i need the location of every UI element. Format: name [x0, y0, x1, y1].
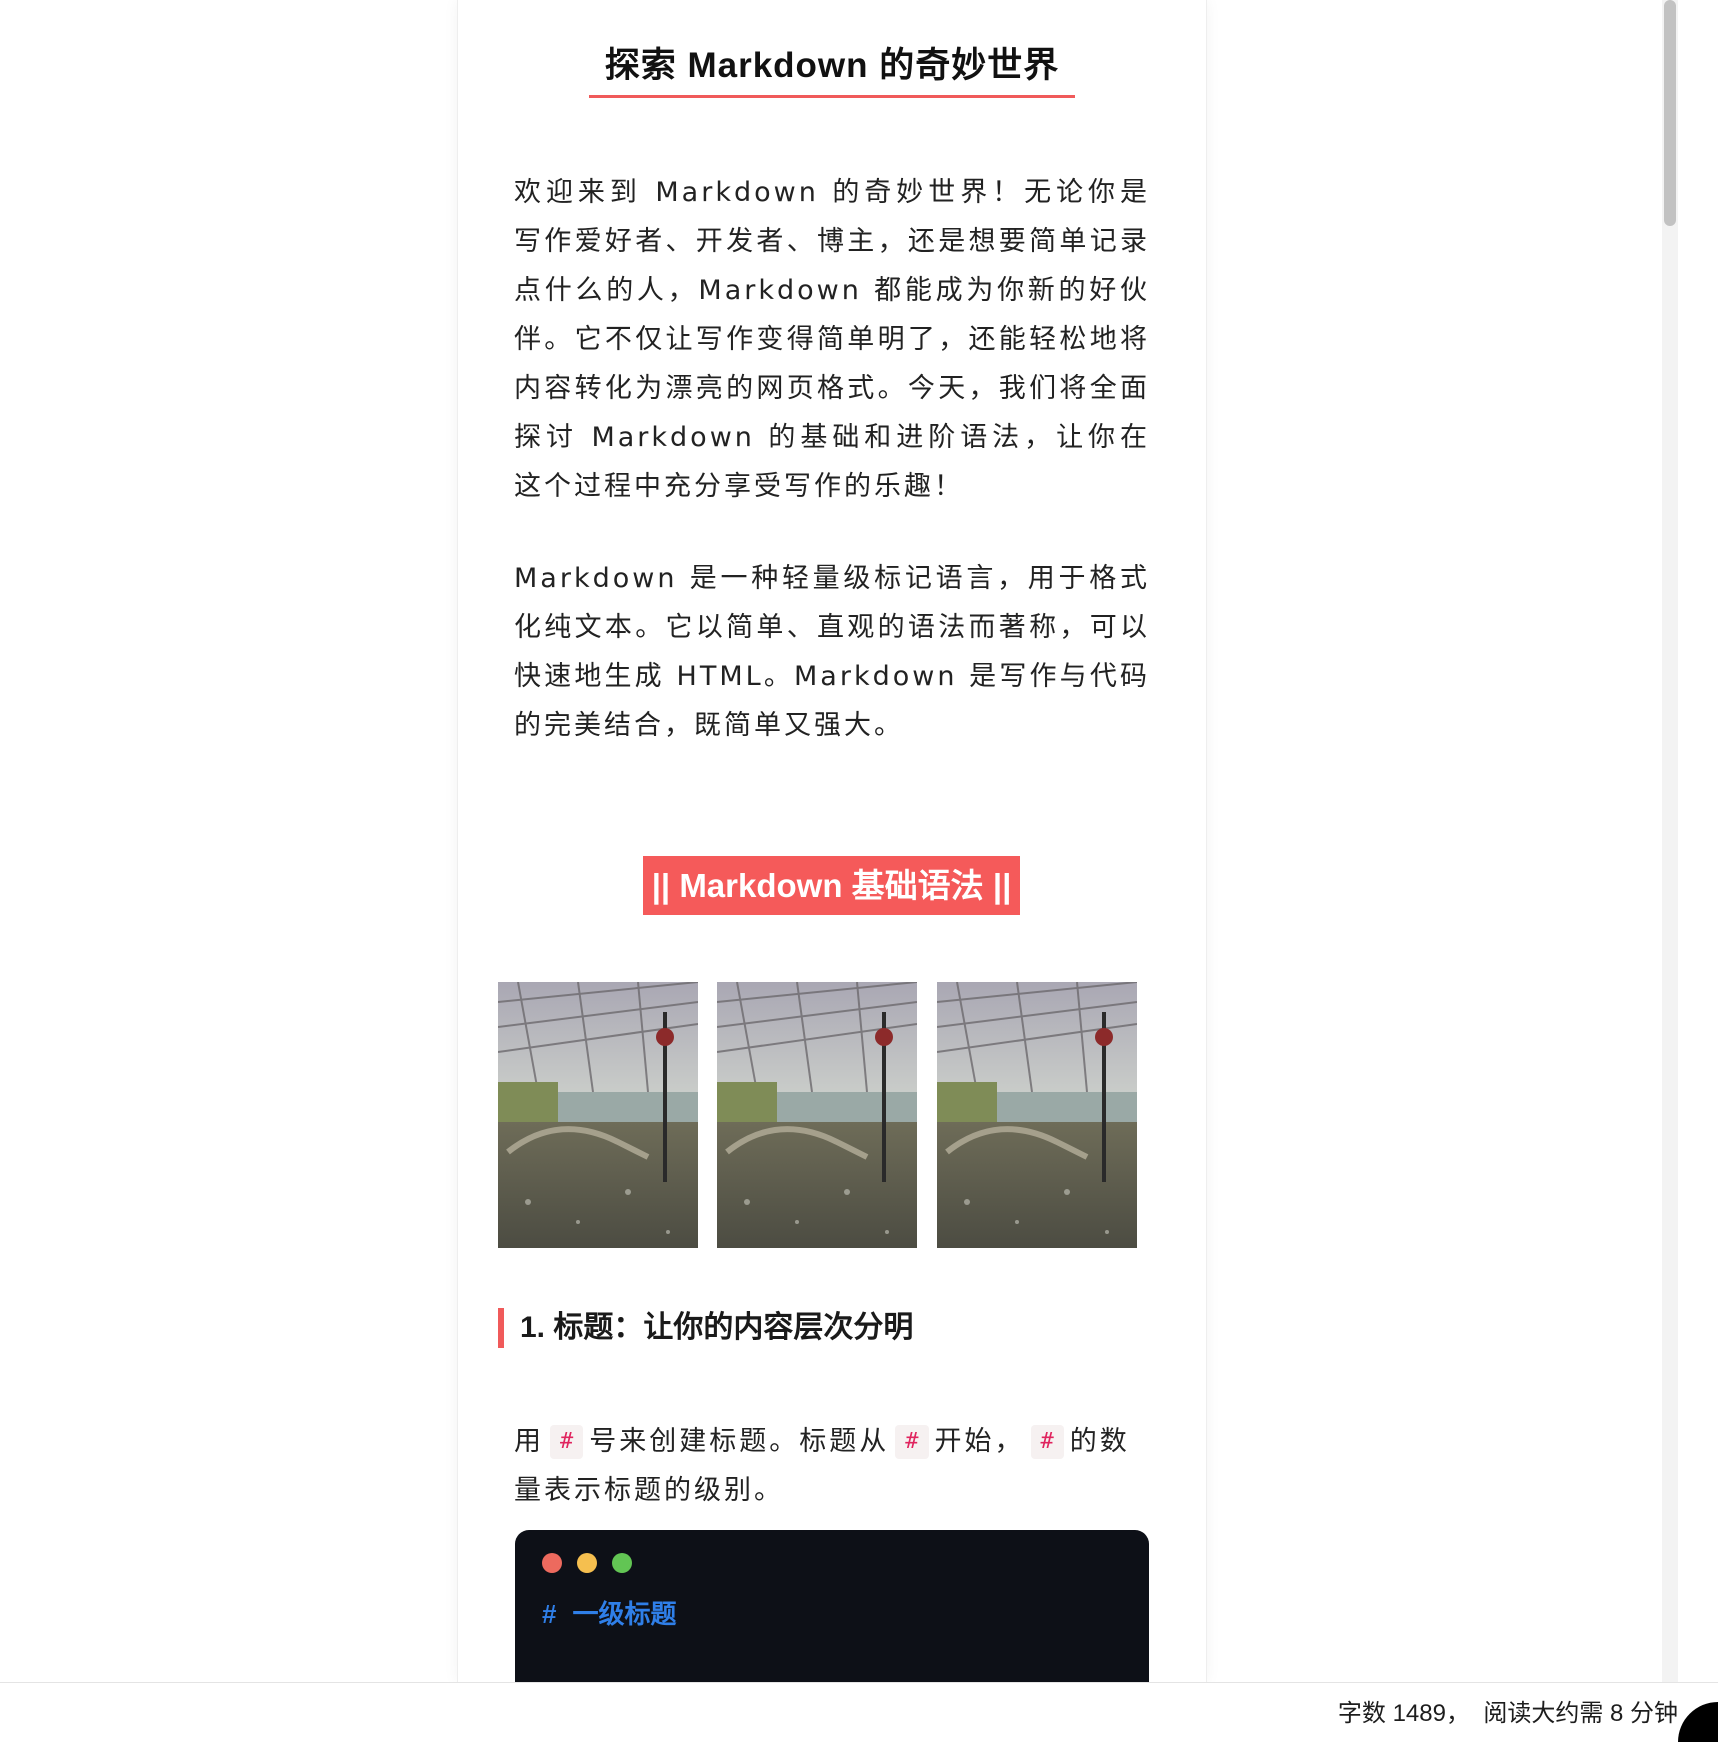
code-line: # 一级标题 — [542, 1594, 676, 1634]
article-title-block: 探索 Markdown 的奇妙世界 — [588, 40, 1076, 98]
article-preview: 探索 Markdown 的奇妙世界 欢迎来到 Markdown 的奇妙世界！无论… — [457, 0, 1207, 1682]
greenhouse-pond-photo — [498, 982, 698, 1248]
definition-paragraph: Markdown 是一种轻量级标记语言，用于格式化纯文本。它以简单、直观的语法而… — [514, 563, 1150, 741]
code-heading-marker: # — [542, 1599, 557, 1629]
paragraph-text: 用 — [514, 1426, 544, 1457]
window-zoom-dot-icon — [612, 1553, 632, 1573]
window-minimize-dot-icon — [577, 1553, 597, 1573]
gallery-image[interactable] — [937, 982, 1137, 1248]
gallery-image[interactable] — [717, 982, 917, 1248]
section-subheading: 1. 标题：让你的内容层次分明 — [498, 1308, 913, 1348]
intro-paragraph: 欢迎来到 Markdown 的奇妙世界！无论你是写作爱好者、开发者、博主，还是想… — [514, 177, 1150, 502]
title-underline — [589, 95, 1075, 98]
section-heading-badge: || Markdown 基础语法 || — [643, 856, 1020, 915]
greenhouse-pond-photo — [717, 982, 917, 1248]
paragraph-text: 号来创建标题。标题从 — [589, 1426, 890, 1457]
vertical-scrollbar[interactable] — [1662, 0, 1678, 1682]
code-block[interactable]: # 一级标题 — [515, 1530, 1149, 1682]
status-bar: 字数 1489， 阅读大约需 8 分钟 — [0, 1682, 1718, 1743]
paragraph-text: 开始， — [934, 1426, 1025, 1457]
word-count-reading-time: 字数 1489， 阅读大约需 8 分钟 — [1337, 1700, 1678, 1727]
editor-preview-viewport[interactable]: 探索 Markdown 的奇妙世界 欢迎来到 Markdown 的奇妙世界！无论… — [0, 0, 1718, 1682]
window-close-dot-icon — [542, 1553, 562, 1573]
inline-code-hash: # — [895, 1425, 929, 1459]
article-title: 探索 Markdown 的奇妙世界 — [604, 46, 1060, 85]
image-gallery — [498, 982, 1138, 1248]
inline-code-hash: # — [550, 1425, 584, 1459]
code-heading-text: 一级标题 — [572, 1599, 677, 1629]
heading-explanation-paragraph: 用 # 号来创建标题。标题从 # 开始， # 的数量表示标题的级别。 — [514, 1417, 1150, 1515]
greenhouse-pond-photo — [937, 982, 1137, 1248]
inline-code-hash: # — [1030, 1425, 1064, 1459]
gallery-image[interactable] — [498, 982, 698, 1248]
scrollbar-thumb[interactable] — [1664, 0, 1676, 226]
